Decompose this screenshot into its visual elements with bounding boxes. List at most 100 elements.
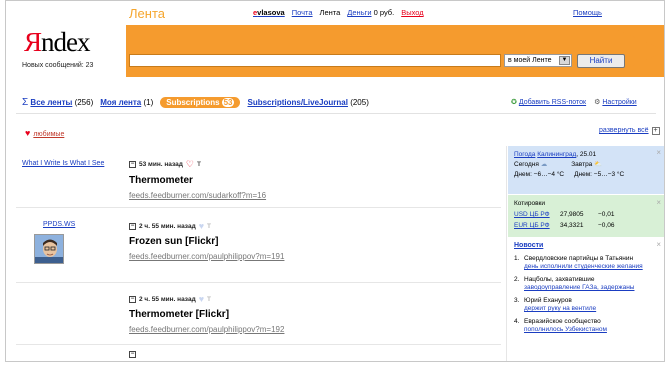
news-list: 1. Свердловские партийцы в Татьянин день …	[514, 255, 659, 334]
quote-name-link[interactable]: USD ЦБ РФ	[514, 209, 560, 220]
tab-all-feeds-label: Все ленты	[30, 98, 73, 107]
money-value: 0 руб.	[373, 8, 395, 17]
search-input[interactable]	[129, 54, 501, 67]
weather-days: Сегодня ☁ Завтра ⛅	[514, 160, 659, 170]
help-link[interactable]: Помощь	[573, 8, 602, 17]
tab-subscriptions-livejournal[interactable]: Subscriptions/LiveJournal (205)	[247, 98, 368, 107]
news-item: 3. Юрий Ехануров держит руку на вентиле	[514, 297, 659, 313]
tab-my-feed-count: (1)	[143, 98, 154, 107]
money-group: Деньги 0 руб.	[347, 8, 394, 17]
weather-city-link[interactable]: Калининград	[537, 151, 576, 158]
news-link[interactable]: день исполнили студенческие желания	[524, 263, 643, 271]
collapse-toggle-icon[interactable]: −	[129, 161, 136, 168]
post-time: 53 мин. назад	[139, 161, 183, 168]
weather-temps: Днем: −6…−4 °C Днем: −5…−3 °C	[514, 170, 659, 180]
news-headline: Свердловские партийцы в Татьянин	[524, 255, 634, 262]
weather-link[interactable]: Погода	[514, 151, 535, 158]
weather-today-temp: Днем: −6…−4 °C	[514, 171, 565, 178]
favorites-filter[interactable]: ♥ любимые	[25, 128, 64, 138]
weather-date: 25.01	[579, 151, 597, 158]
post-title[interactable]: Frozen sun [Flickr]	[129, 236, 499, 247]
post-url[interactable]: feeds.feedburner.com/paulphilippov?m=192	[129, 325, 499, 334]
close-icon[interactable]: ×	[656, 197, 661, 208]
post-meta: − 2 ч. 55 мин. назад ♥ T	[129, 294, 499, 304]
news-link[interactable]: заводоуправление ГАЗа, задержаны	[524, 284, 634, 292]
news-text: Нацболы, захватившие заводоуправление ГАЗ…	[524, 276, 634, 292]
favorites-label: любимые	[33, 131, 65, 138]
news-item: 1. Свердловские партийцы в Татьянин день …	[514, 255, 659, 271]
weather-header: Погода Калининград, 25.01	[514, 151, 597, 158]
news-link[interactable]: держит руку на вентиле	[524, 305, 596, 313]
collapse-toggle-icon[interactable]: −	[129, 351, 136, 358]
feed-separator	[16, 207, 501, 208]
sigma-icon: Σ	[22, 97, 29, 108]
post-meta: − 53 мин. назад ♡ T	[129, 159, 499, 170]
news-number: 3.	[514, 297, 520, 304]
post-tag[interactable]: T	[197, 161, 201, 168]
exit-link[interactable]: Выход	[401, 8, 423, 17]
tab-subscriptions-count: 53	[221, 98, 235, 107]
lenta-link: Лента	[319, 8, 341, 17]
close-icon[interactable]: ×	[656, 148, 661, 158]
expand-all[interactable]: развернуть всё +	[599, 127, 660, 135]
news-link[interactable]: пополнилось Узбекистаном	[524, 326, 607, 334]
quote-value: 34,3321	[560, 222, 584, 229]
user-link[interactable]: evlasova	[253, 8, 285, 17]
tab-subscriptions-label: Subscriptions	[166, 98, 220, 107]
post-time: 2 ч. 55 мин. назад	[139, 295, 196, 303]
news-headline: Евразийское сообщество	[524, 318, 601, 325]
weather-tomorrow-label: Завтра	[571, 161, 593, 168]
tab-all-feeds-count: (256)	[74, 98, 94, 107]
settings-button[interactable]: ⚙ Настройки	[594, 98, 637, 106]
feed-source-link[interactable]: What I Write Is What I See	[22, 160, 104, 167]
tab-subscriptions[interactable]: Subscriptions 53	[160, 97, 241, 108]
news-number: 2.	[514, 276, 520, 283]
news-text: Евразийское сообщество пополнилось Узбеки…	[524, 318, 607, 334]
favorite-heart-icon[interactable]: ♡	[186, 159, 194, 170]
yandex-logo[interactable]: Яndex	[24, 27, 91, 57]
collapse-toggle-icon[interactable]: −	[129, 295, 136, 303]
post-url[interactable]: feeds.feedburner.com/paulphilippov?m=191	[129, 252, 499, 261]
search-bar-arrow	[606, 25, 664, 77]
mail-link[interactable]: Почта	[292, 8, 313, 17]
logo-text: ndex	[41, 27, 90, 57]
news-widget: × Новости 1. Свердловские партийцы в Тат…	[508, 239, 664, 361]
post-title[interactable]: Thermometer [Flickr]	[129, 309, 499, 320]
feed-item: − 53 мин. назад ♡ T Thermometer feeds.fe…	[129, 159, 499, 200]
news-title-link[interactable]: Новости	[514, 242, 659, 250]
chevron-down-icon[interactable]: ▼	[559, 56, 570, 65]
news-item: 2. Нацболы, захватившие заводоуправление …	[514, 276, 659, 292]
feed-separator	[16, 282, 501, 283]
post-tag[interactable]: T	[207, 223, 211, 230]
money-link[interactable]: Деньги	[347, 8, 371, 17]
post-title[interactable]: Thermometer	[129, 175, 499, 186]
quote-change: −0,06	[598, 222, 615, 229]
news-text: Юрий Ехануров держит руку на вентиле	[524, 297, 596, 313]
post-meta: − 2 ч. 55 мин. назад ♥ T	[129, 221, 499, 231]
find-button[interactable]: Найти	[577, 54, 625, 68]
search-scope-select[interactable]: в моей Ленте ▼	[504, 54, 572, 67]
collapse-toggle-icon[interactable]: −	[129, 222, 136, 230]
tab-my-feed[interactable]: Моя лента (1)	[100, 98, 153, 107]
close-icon[interactable]: ×	[656, 241, 661, 249]
avatar[interactable]	[34, 234, 64, 264]
avatar-image	[35, 235, 63, 263]
add-rss-button[interactable]: ✪ Добавить RSS-поток	[511, 98, 586, 106]
tab-livejournal-count: (205)	[350, 98, 369, 107]
add-rss-label: Добавить RSS-поток	[518, 99, 587, 106]
cloud-icon: ☁	[540, 161, 548, 168]
post-tag[interactable]: T	[207, 296, 211, 303]
favorite-heart-icon[interactable]: ♥	[199, 294, 204, 304]
post-url[interactable]: feeds.feedburner.com/sudarkoff?m=16	[129, 191, 499, 200]
column-divider	[506, 146, 507, 361]
quote-name-link[interactable]: EUR ЦБ РФ	[514, 220, 560, 231]
news-text: Свердловские партийцы в Татьянин день исп…	[524, 255, 643, 271]
news-number: 1.	[514, 255, 520, 262]
favorite-heart-icon[interactable]: ♥	[199, 221, 204, 231]
tab-all-feeds[interactable]: Σ Все ленты (256)	[22, 97, 93, 108]
quotes-title: Котировки	[514, 200, 546, 207]
feed-source-link[interactable]: PPDS.WS	[43, 221, 75, 228]
divider	[16, 113, 656, 114]
add-circle-icon: ✪	[511, 99, 517, 106]
news-item: 4. Евразийское сообщество пополнилось Узб…	[514, 318, 659, 334]
